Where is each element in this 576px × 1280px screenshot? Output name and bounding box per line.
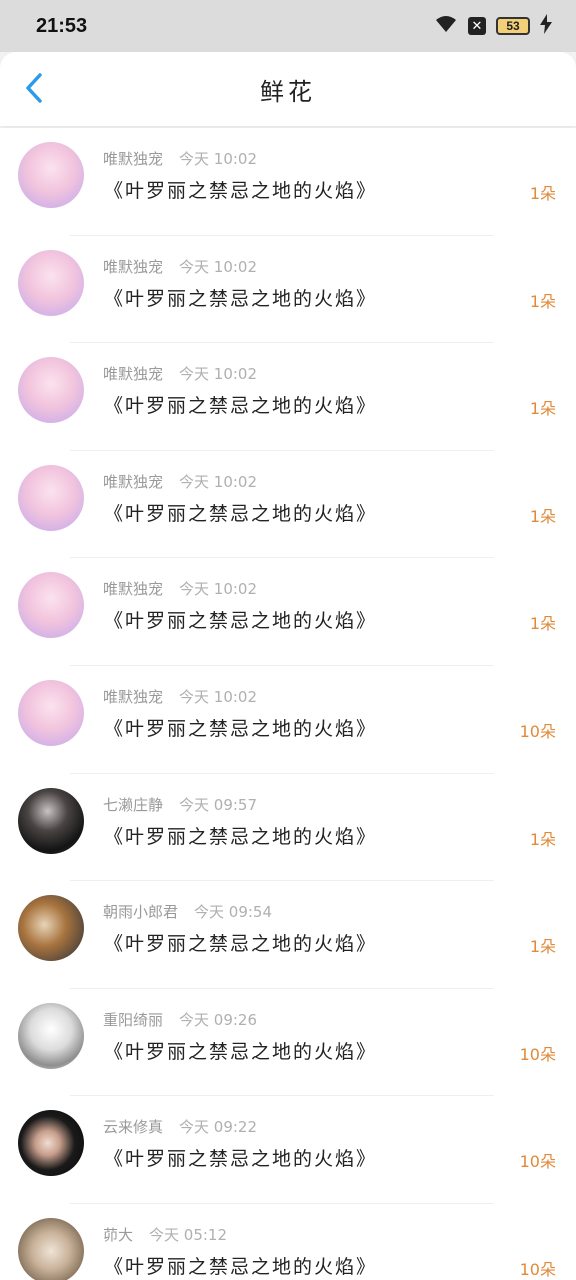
flower-count: 1朵 — [529, 399, 556, 419]
avatar[interactable] — [18, 679, 84, 746]
item-meta: 唯默独宠 今天 10:02 — [103, 578, 257, 599]
item-meta: 唯默独宠 今天 10:02 — [103, 471, 257, 492]
flower-count: 1朵 — [529, 829, 556, 849]
item-meta: 唯默独宠 今天 10:02 — [103, 256, 257, 277]
chevron-left-icon — [24, 72, 44, 108]
status-icons: ✕ 53 — [434, 14, 552, 38]
user-name[interactable]: 唯默独宠 — [103, 580, 163, 598]
item-meta: 七濑庄静 今天 09:57 — [103, 794, 257, 815]
list-item[interactable]: 唯默独宠 今天 10:02 《叶罗丽之禁忌之地的火焰》 1朵 — [0, 235, 576, 344]
book-title: 《叶罗丽之禁忌之地的火焰》 — [104, 1148, 378, 1171]
avatar[interactable] — [18, 249, 84, 316]
avatar[interactable] — [18, 1110, 84, 1177]
timestamp: 今天 09:26 — [179, 1010, 258, 1029]
item-meta: 唯默独宠 今天 10:02 — [103, 148, 257, 169]
avatar[interactable] — [18, 572, 84, 639]
user-name[interactable]: 云来修真 — [103, 1118, 163, 1136]
user-name[interactable]: 唯默独宠 — [103, 258, 163, 276]
list-item[interactable]: 七濑庄静 今天 09:57 《叶罗丽之禁忌之地的火焰》 1朵 — [0, 773, 576, 882]
flower-count: 1朵 — [529, 614, 556, 634]
flower-count: 1朵 — [529, 184, 556, 203]
flower-count: 10朵 — [519, 1152, 556, 1172]
list-item[interactable]: 朝雨小郎君 今天 09:54 《叶罗丽之禁忌之地的火焰》 1朵 — [0, 881, 576, 989]
list-item[interactable]: 唯默独宠 今天 10:02 《叶罗丽之禁忌之地的火焰》 1朵 — [0, 450, 576, 559]
user-name[interactable]: 朝雨小郎君 — [103, 903, 178, 921]
book-title: 《叶罗丽之禁忌之地的火焰》 — [104, 610, 378, 633]
list-item[interactable]: 重阳绮丽 今天 09:26 《叶罗丽之禁忌之地的火焰》 10朵 — [0, 988, 576, 1097]
app-bar: 鲜花 — [0, 52, 576, 126]
avatar[interactable] — [18, 895, 84, 962]
timestamp: 今天 05:12 — [149, 1225, 228, 1244]
book-title: 《叶罗丽之禁忌之地的火焰》 — [104, 287, 378, 310]
user-name[interactable]: 唯默独宠 — [103, 688, 163, 706]
book-title: 《叶罗丽之禁忌之地的火焰》 — [104, 1040, 378, 1063]
book-title: 《叶罗丽之禁忌之地的火焰》 — [104, 180, 378, 202]
battery-icon: 53 — [496, 17, 530, 35]
timestamp: 今天 10:02 — [179, 580, 258, 599]
flower-count: 1朵 — [529, 291, 556, 311]
item-meta: 云来修真 今天 09:22 — [103, 1116, 257, 1137]
book-title: 《叶罗丽之禁忌之地的火焰》 — [104, 502, 378, 525]
status-time: 21:53 — [36, 14, 88, 37]
timestamp: 今天 10:02 — [179, 150, 258, 168]
user-name[interactable]: 茆大 — [103, 1226, 133, 1244]
flower-count: 1朵 — [529, 506, 556, 526]
item-meta: 唯默独宠 今天 10:02 — [103, 363, 257, 384]
book-title: 《叶罗丽之禁忌之地的火焰》 — [104, 825, 378, 848]
wifi-icon — [434, 14, 458, 38]
notification-icon: ✕ — [468, 17, 486, 35]
item-meta: 重阳绮丽 今天 09:26 — [103, 1009, 257, 1030]
user-name[interactable]: 唯默独宠 — [103, 150, 163, 168]
item-meta: 唯默独宠 今天 10:02 — [103, 686, 257, 707]
timestamp: 今天 10:02 — [179, 472, 258, 491]
avatar[interactable] — [18, 787, 84, 854]
flower-count: 1朵 — [529, 937, 556, 957]
book-title: 《叶罗丽之禁忌之地的火焰》 — [104, 717, 378, 740]
flower-list: 唯默独宠 今天 10:02 《叶罗丽之禁忌之地的火焰》 1朵 唯默独宠 今天 10:02 《… — [0, 128, 576, 1280]
timestamp: 今天 10:02 — [179, 365, 258, 384]
avatar[interactable] — [18, 357, 84, 424]
charging-icon — [540, 14, 552, 38]
user-name[interactable]: 重阳绮丽 — [103, 1011, 163, 1029]
user-name[interactable]: 唯默独宠 — [103, 473, 163, 491]
timestamp: 今天 10:02 — [179, 257, 258, 276]
flower-count: 10朵 — [519, 721, 556, 741]
list-item[interactable]: 唯默独宠 今天 10:02 《叶罗丽之禁忌之地的火焰》 1朵 — [0, 343, 576, 451]
list-item[interactable]: 唯默独宠 今天 10:02 《叶罗丽之禁忌之地的火焰》 1朵 — [0, 558, 576, 666]
user-name[interactable]: 唯默独宠 — [103, 365, 163, 383]
status-bar: 21:53 ✕ 53 — [0, 0, 576, 52]
flower-count: 10朵 — [519, 1259, 556, 1279]
list-item[interactable]: 唯默独宠 今天 10:02 《叶罗丽之禁忌之地的火焰》 10朵 — [0, 665, 576, 774]
list-item[interactable]: 云来修真 今天 09:22 《叶罗丽之禁忌之地的火焰》 10朵 — [0, 1096, 576, 1204]
item-meta: 茆大 今天 05:12 — [103, 1224, 227, 1245]
avatar[interactable] — [18, 464, 84, 531]
timestamp: 今天 10:02 — [179, 687, 258, 706]
page-title: 鲜花 — [260, 78, 316, 106]
user-name[interactable]: 七濑庄静 — [103, 796, 163, 814]
list-item[interactable]: 唯默独宠 今天 10:02 《叶罗丽之禁忌之地的火焰》 1朵 — [0, 128, 576, 236]
item-meta: 朝雨小郎君 今天 09:54 — [103, 901, 272, 922]
avatar[interactable] — [18, 142, 84, 208]
flower-count: 10朵 — [519, 1044, 556, 1064]
timestamp: 今天 09:22 — [179, 1118, 258, 1137]
avatar[interactable] — [18, 1217, 84, 1280]
book-title: 《叶罗丽之禁忌之地的火焰》 — [104, 395, 378, 418]
list-item[interactable]: 茆大 今天 05:12 《叶罗丽之禁忌之地的火焰》 10朵 — [0, 1203, 576, 1280]
timestamp: 今天 09:54 — [194, 903, 273, 922]
timestamp: 今天 09:57 — [179, 795, 258, 814]
back-button[interactable] — [16, 70, 52, 110]
avatar[interactable] — [18, 1002, 84, 1069]
book-title: 《叶罗丽之禁忌之地的火焰》 — [104, 1255, 378, 1278]
book-title: 《叶罗丽之禁忌之地的火焰》 — [104, 933, 378, 956]
